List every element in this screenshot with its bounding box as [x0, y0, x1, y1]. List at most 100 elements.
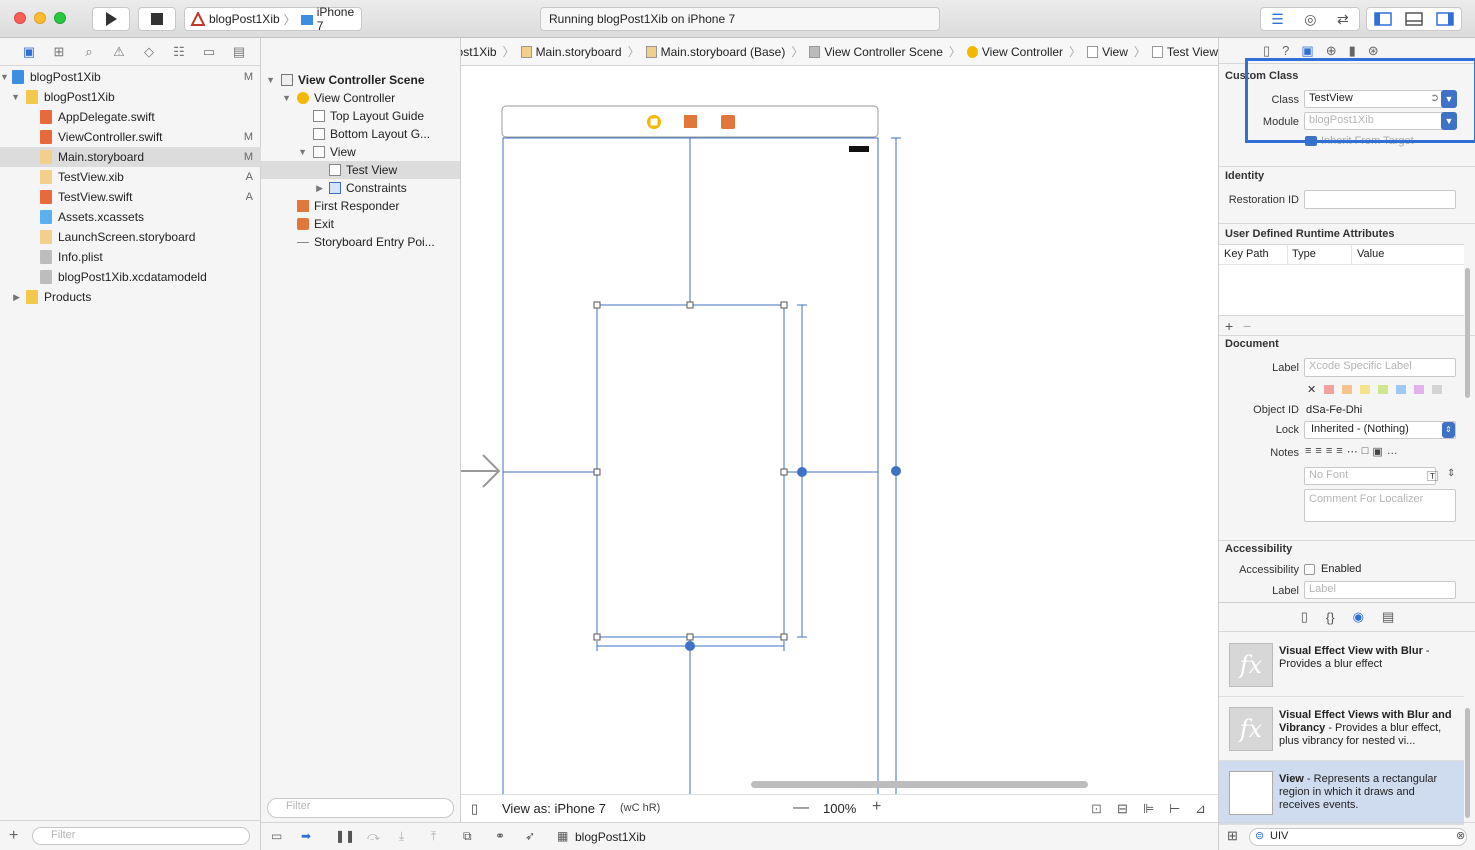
media-library-icon[interactable]: ▤: [1382, 609, 1394, 625]
lock-popup-arrows[interactable]: ⇕: [1442, 422, 1455, 438]
file-tree-item[interactable]: Info.plist: [0, 247, 261, 267]
remove-attribute-icon[interactable]: −: [1243, 318, 1251, 334]
search-icon[interactable]: ⌕: [74, 44, 104, 60]
file-tree-item[interactable]: ViewController.swift M: [0, 127, 261, 147]
step-over-icon[interactable]: ⤼: [367, 829, 380, 844]
gray-swatch[interactable]: [1432, 385, 1443, 394]
add-constraints-icon[interactable]: ⊢: [1169, 801, 1180, 817]
debug-target-name[interactable]: blogPost1Xib: [575, 830, 646, 844]
first-responder-dock-icon[interactable]: [684, 115, 697, 128]
scheme-selector[interactable]: blogPost1Xib 〉 iPhone 7: [184, 5, 362, 33]
align-right-icon[interactable]: ≡: [1326, 445, 1332, 458]
stop-button[interactable]: [138, 7, 176, 31]
disclosure-triangle-icon[interactable]: ▼: [261, 147, 309, 157]
warning-icon[interactable]: ⚠: [104, 44, 134, 60]
file-template-library-icon[interactable]: ▯: [1301, 609, 1308, 625]
lock-popup[interactable]: Inherited - (Nothing): [1304, 421, 1456, 439]
file-tree-item[interactable]: ▼ blogPost1Xib: [0, 87, 261, 107]
red-swatch[interactable]: [1324, 385, 1335, 394]
add-attribute-icon[interactable]: +: [1225, 318, 1233, 334]
key-path-header[interactable]: Key Path: [1224, 248, 1269, 260]
utilities-toggle-icon[interactable]: [1436, 12, 1455, 26]
navigator-toggle-icon[interactable]: [1373, 12, 1392, 26]
disclosure-triangle-icon[interactable]: ▼: [261, 93, 293, 103]
outline-item[interactable]: ▼ View: [261, 143, 460, 161]
library-item[interactable]: fx Visual Effect View with Blur - Provide…: [1219, 633, 1464, 697]
yellow-swatch[interactable]: [1360, 385, 1371, 394]
hide-debug-area-icon[interactable]: ▭: [271, 829, 282, 843]
align-natural-icon[interactable]: ⋯: [1347, 445, 1358, 458]
outline-item[interactable]: ▶ Constraints: [261, 179, 460, 197]
view-hierarchy-icon[interactable]: ⧉: [463, 829, 472, 844]
outline-item[interactable]: Test View: [261, 161, 460, 179]
horizontal-scrollbar[interactable]: [751, 781, 1088, 788]
size-inspector-icon[interactable]: ▮: [1349, 43, 1356, 59]
library-scrollbar[interactable]: [1465, 708, 1470, 818]
assistant-editor-icon[interactable]: ◎: [1304, 11, 1316, 28]
close-window-button[interactable]: [14, 12, 26, 24]
blue-swatch[interactable]: [1396, 385, 1407, 394]
location-icon[interactable]: ➶: [525, 829, 535, 843]
green-swatch[interactable]: [1378, 385, 1389, 394]
outline-item[interactable]: ▼ View Controller Scene: [261, 71, 460, 89]
source-control-icon[interactable]: ⊞: [44, 44, 74, 60]
exit-dock-icon[interactable]: [721, 115, 735, 129]
outline-item[interactable]: Storyboard Entry Poi...: [261, 233, 460, 251]
orange-swatch[interactable]: [1342, 385, 1353, 394]
disclosure-triangle-icon[interactable]: ▼: [261, 75, 277, 85]
run-button[interactable]: [92, 7, 130, 31]
outline-item[interactable]: Exit: [261, 215, 460, 233]
accessibility-enabled-checkbox[interactable]: [1304, 564, 1315, 575]
identity-inspector-icon[interactable]: ▣: [1301, 43, 1313, 59]
font-picker-icon[interactable]: 🅃: [1427, 468, 1438, 484]
breadcrumb-item[interactable]: View 〉: [1081, 43, 1146, 60]
breadcrumb-item[interactable]: Main.storyboard 〉: [515, 43, 640, 60]
breakpoint-icon[interactable]: ▭: [194, 44, 224, 60]
view-as-label[interactable]: View as: iPhone 7: [502, 801, 606, 816]
align-icon[interactable]: ⊫: [1143, 801, 1154, 817]
xcode-label-field[interactable]: Xcode Specific Label: [1304, 358, 1456, 377]
file-tree-item[interactable]: AppDelegate.swift: [0, 107, 261, 127]
test-view[interactable]: [596, 304, 785, 638]
step-in-icon[interactable]: ⤓: [399, 829, 404, 844]
update-frames-icon[interactable]: ⊡: [1091, 801, 1102, 817]
outline-toggle-icon[interactable]: ▯: [471, 801, 478, 817]
runtime-attributes-table[interactable]: Key Path Type Value: [1219, 244, 1464, 316]
file-tree-item[interactable]: ▶ Products: [0, 287, 261, 307]
purple-swatch[interactable]: [1414, 385, 1425, 394]
file-tree-item[interactable]: LaunchScreen.storyboard: [0, 227, 261, 247]
font-stepper-icon[interactable]: ⇕: [1447, 468, 1455, 479]
align-left-icon[interactable]: ≡: [1305, 445, 1311, 458]
minimize-window-button[interactable]: [34, 12, 46, 24]
disclosure-triangle-icon[interactable]: ▼: [0, 72, 9, 82]
outline-item[interactable]: ▼ View Controller: [261, 89, 460, 107]
disclosure-triangle-icon[interactable]: ▶: [261, 183, 325, 194]
standard-editor-icon[interactable]: ☰: [1271, 11, 1284, 28]
file-tree-item[interactable]: Assets.xcassets: [0, 207, 261, 227]
disclosure-triangle-icon[interactable]: ▶: [0, 292, 20, 303]
type-header[interactable]: Type: [1292, 248, 1316, 260]
pause-icon[interactable]: ❚❚: [335, 829, 355, 843]
breadcrumb-item[interactable]: Test View: [1146, 45, 1218, 59]
accessibility-label-field[interactable]: Label: [1304, 581, 1456, 599]
no-color-icon[interactable]: ✕: [1307, 383, 1316, 396]
zoom-out-button[interactable]: —: [793, 799, 809, 817]
code-snippet-library-icon[interactable]: {}: [1326, 610, 1335, 625]
font-field[interactable]: No Font: [1304, 467, 1436, 485]
attributes-inspector-icon[interactable]: ⊕: [1326, 43, 1337, 59]
outline-item[interactable]: Bottom Layout G...: [261, 125, 460, 143]
zoom-in-button[interactable]: +: [872, 798, 881, 816]
report-icon[interactable]: ▤: [224, 44, 254, 60]
debug-icon[interactable]: ☷: [164, 44, 194, 60]
align-justify-icon[interactable]: ≡: [1336, 445, 1342, 458]
text-color-icon[interactable]: □: [1362, 445, 1369, 458]
restoration-id-field[interactable]: [1304, 190, 1456, 209]
breadcrumb-item[interactable]: View Controller Scene 〉: [803, 43, 961, 60]
quick-help-icon[interactable]: ?: [1282, 43, 1289, 58]
zoom-window-button[interactable]: [54, 12, 66, 24]
connections-inspector-icon[interactable]: ⊛: [1368, 43, 1379, 59]
disclosure-triangle-icon[interactable]: ▼: [0, 92, 20, 102]
file-tree-item[interactable]: TestView.xib A: [0, 167, 261, 187]
library-item[interactable]: fx Visual Effect Views with Blur and Vibr…: [1219, 697, 1464, 761]
file-tree-item[interactable]: Main.storyboard M: [0, 147, 261, 167]
